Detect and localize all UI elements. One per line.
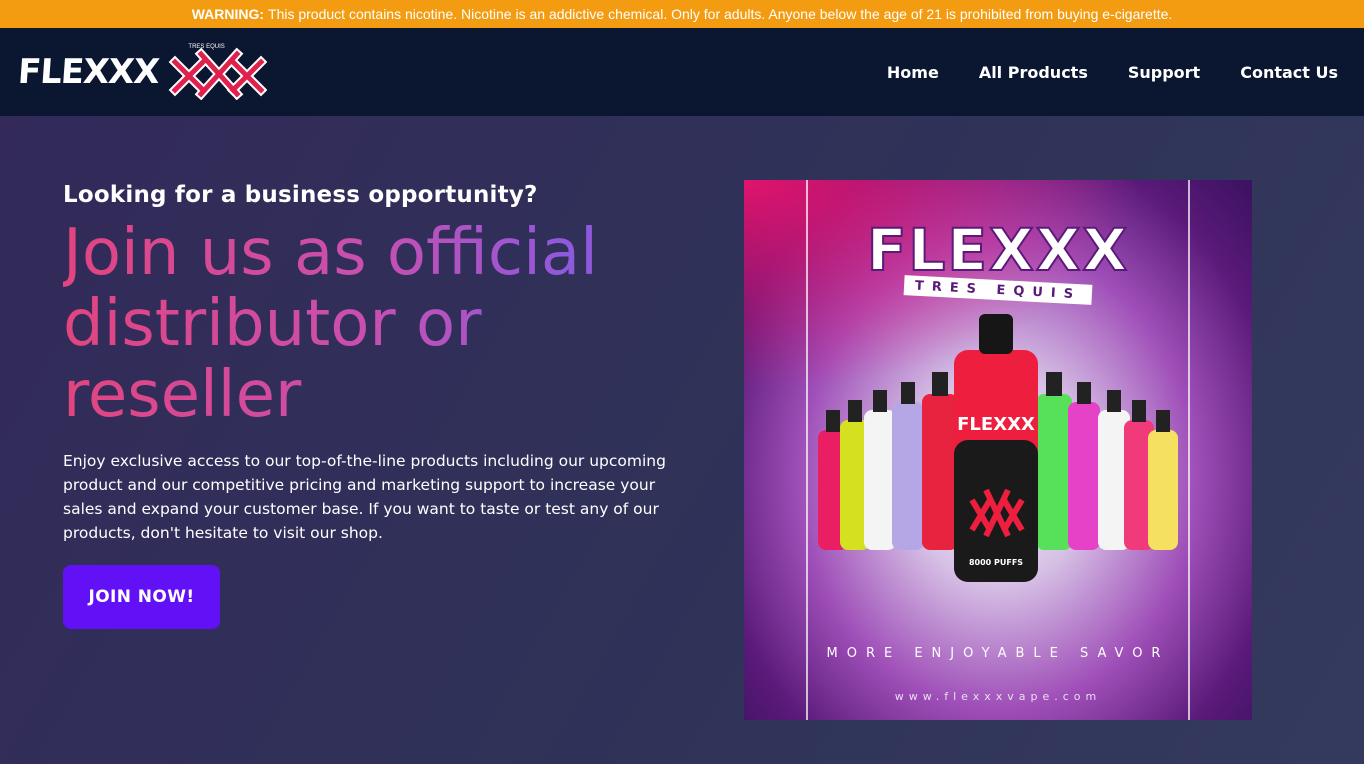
nav-all-products[interactable]: All Products xyxy=(979,63,1088,82)
hero-description: Enjoy exclusive access to our top-of-the… xyxy=(63,452,666,542)
hero-headline: Join us as official distributor or resel… xyxy=(63,218,623,431)
warning-text: This product contains nicotine. Nicotine… xyxy=(268,6,1173,22)
logo-xxx-icon: TRES EQUIS xyxy=(167,44,268,101)
poster-tagline: MORE ENJOYABLE SAVOR xyxy=(826,646,1170,661)
warning-label: WARNING: xyxy=(191,6,265,22)
nav-support[interactable]: Support xyxy=(1128,63,1200,82)
logo-wordmark: FLEXXX xyxy=(16,52,161,92)
poster-website: www.flexxxvape.com xyxy=(894,690,1102,703)
bottle-group xyxy=(818,314,1178,582)
bottle-puff-count: 8000 PUFFS xyxy=(969,558,1023,567)
top-navbar: FLEXXX TRES EQUIS Home All Products Supp… xyxy=(0,28,1364,116)
nav-home[interactable]: Home xyxy=(887,63,939,82)
age-warning-banner: WARNING: This product contains nicotine.… xyxy=(0,0,1364,28)
brand-logo[interactable]: FLEXXX TRES EQUIS xyxy=(16,44,268,101)
hero-copy: Looking for a business opportunity? Join… xyxy=(63,182,683,629)
bottle-brand-label: FLEXXX xyxy=(957,414,1035,435)
main-nav: Home All Products Support Contact Us xyxy=(887,63,1338,82)
vape-bottles-illustration: FLEXXX 8000 PUFFS xyxy=(818,314,1178,582)
hero-section: Looking for a business opportunity? Join… xyxy=(0,116,1364,764)
hero-eyebrow: Looking for a business opportunity? xyxy=(63,182,538,208)
nav-contact-us[interactable]: Contact Us xyxy=(1240,63,1338,82)
product-poster-image: FLEXXX TRES EQUIS FLEXXX 8000 PUFFS MORE… xyxy=(744,180,1252,720)
logo-tagline: TRES EQUIS xyxy=(188,44,225,50)
join-now-button[interactable]: JOIN NOW! xyxy=(63,565,220,629)
poster-brand-title: FLEXXX xyxy=(866,215,1130,285)
